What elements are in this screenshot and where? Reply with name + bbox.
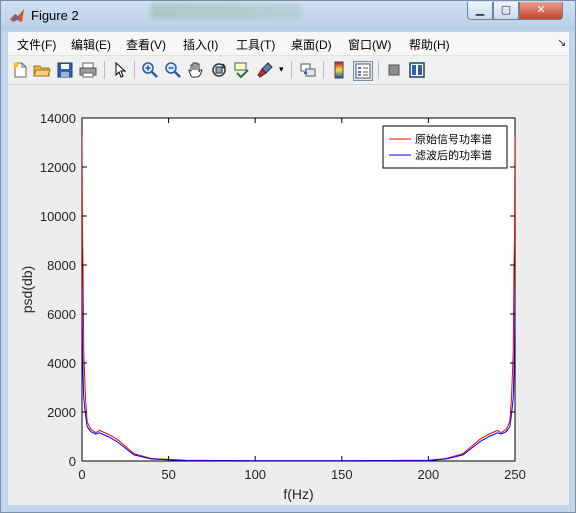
figure-window: Figure 2 ▁ ▢ ✕ 文件(F) 编辑(E) 查看(V) 插入(I) 工… (0, 0, 576, 513)
menu-help[interactable]: 帮助(H) (409, 36, 450, 53)
toolbar-separator (104, 61, 105, 79)
pan-icon[interactable] (187, 61, 205, 79)
hide-plot-tools-icon[interactable] (385, 61, 403, 79)
new-figure-icon[interactable] (11, 61, 29, 79)
toolbar-separator (134, 61, 135, 79)
save-icon[interactable] (56, 61, 74, 79)
y-tick-label: 12000 (40, 160, 76, 175)
y-tick-label: 14000 (40, 111, 76, 126)
y-tick-label: 4000 (47, 356, 76, 371)
x-tick-label: 250 (504, 467, 526, 482)
show-plot-tools-icon[interactable] (408, 61, 426, 79)
x-tick-label: 200 (418, 467, 440, 482)
y-axis-label: psd(db) (19, 266, 35, 313)
x-tick-label: 100 (244, 467, 266, 482)
brush-dropdown-icon[interactable]: ▾ (279, 64, 284, 75)
y-tick-label: 10000 (40, 209, 76, 224)
pointer-icon[interactable] (111, 61, 129, 79)
matlab-logo-icon (10, 9, 24, 22)
x-tick-label: 150 (331, 467, 353, 482)
window-title: Figure 2 (31, 8, 79, 23)
legend-box[interactable]: 原始信号功率谱滤波后的功率谱 (382, 125, 508, 169)
legend-label-1: 原始信号功率谱 (415, 132, 492, 146)
menu-view[interactable]: 查看(V) (126, 36, 166, 53)
y-tick-label: 8000 (47, 258, 76, 273)
print-icon[interactable] (79, 61, 97, 79)
toolbar-separator (378, 61, 379, 79)
axes-background[interactable] (81, 117, 516, 462)
zoom-out-icon[interactable] (164, 61, 182, 79)
toolbar: ▾ (8, 56, 569, 85)
menu-bar: 文件(F) 编辑(E) 查看(V) 插入(I) 工具(T) 桌面(D) 窗口(W… (8, 32, 569, 56)
title-bar[interactable]: Figure 2 ▁ ▢ ✕ (1, 1, 575, 31)
colorbar-icon[interactable] (330, 61, 348, 79)
zoom-in-icon[interactable] (141, 61, 159, 79)
y-tick-label: 6000 (47, 307, 76, 322)
data-cursor-icon[interactable] (233, 61, 251, 79)
toolbar-separator (291, 61, 292, 79)
menu-desktop[interactable]: 桌面(D) (291, 36, 332, 53)
figure-canvas[interactable]: 0 50 100 150 200 250 0 2000 4000 6000 8000 10000 12… (8, 85, 569, 505)
menu-insert[interactable]: 插入(I) (183, 36, 218, 53)
x-tick-label: 50 (161, 467, 175, 482)
link-plot-icon[interactable] (299, 61, 317, 79)
menu-file[interactable]: 文件(F) (17, 36, 56, 53)
maximize-button[interactable]: ▢ (493, 2, 519, 20)
minimize-button[interactable]: ▁ (467, 2, 493, 20)
legend-label-2: 滤波后的功率谱 (415, 148, 492, 162)
legend-icon[interactable] (353, 61, 373, 81)
x-axis-label: f(Hz) (283, 486, 313, 502)
close-button[interactable]: ✕ (519, 2, 563, 20)
menu-overflow-arrow-icon[interactable]: ↘ (557, 36, 566, 49)
x-tick-label: 0 (78, 467, 85, 482)
open-file-icon[interactable] (33, 61, 51, 79)
rotate-3d-icon[interactable] (210, 61, 228, 79)
toolbar-separator (323, 61, 324, 79)
psd-plot[interactable]: 0 50 100 150 200 250 0 2000 4000 6000 8000 10000 12… (8, 85, 569, 505)
menu-edit[interactable]: 编辑(E) (71, 36, 111, 53)
brush-icon[interactable] (256, 61, 274, 79)
y-tick-label: 2000 (47, 405, 76, 420)
menu-window[interactable]: 窗口(W) (348, 36, 391, 53)
y-tick-label: 0 (69, 454, 76, 469)
menu-tools[interactable]: 工具(T) (236, 36, 275, 53)
title-background-blur (151, 3, 301, 19)
